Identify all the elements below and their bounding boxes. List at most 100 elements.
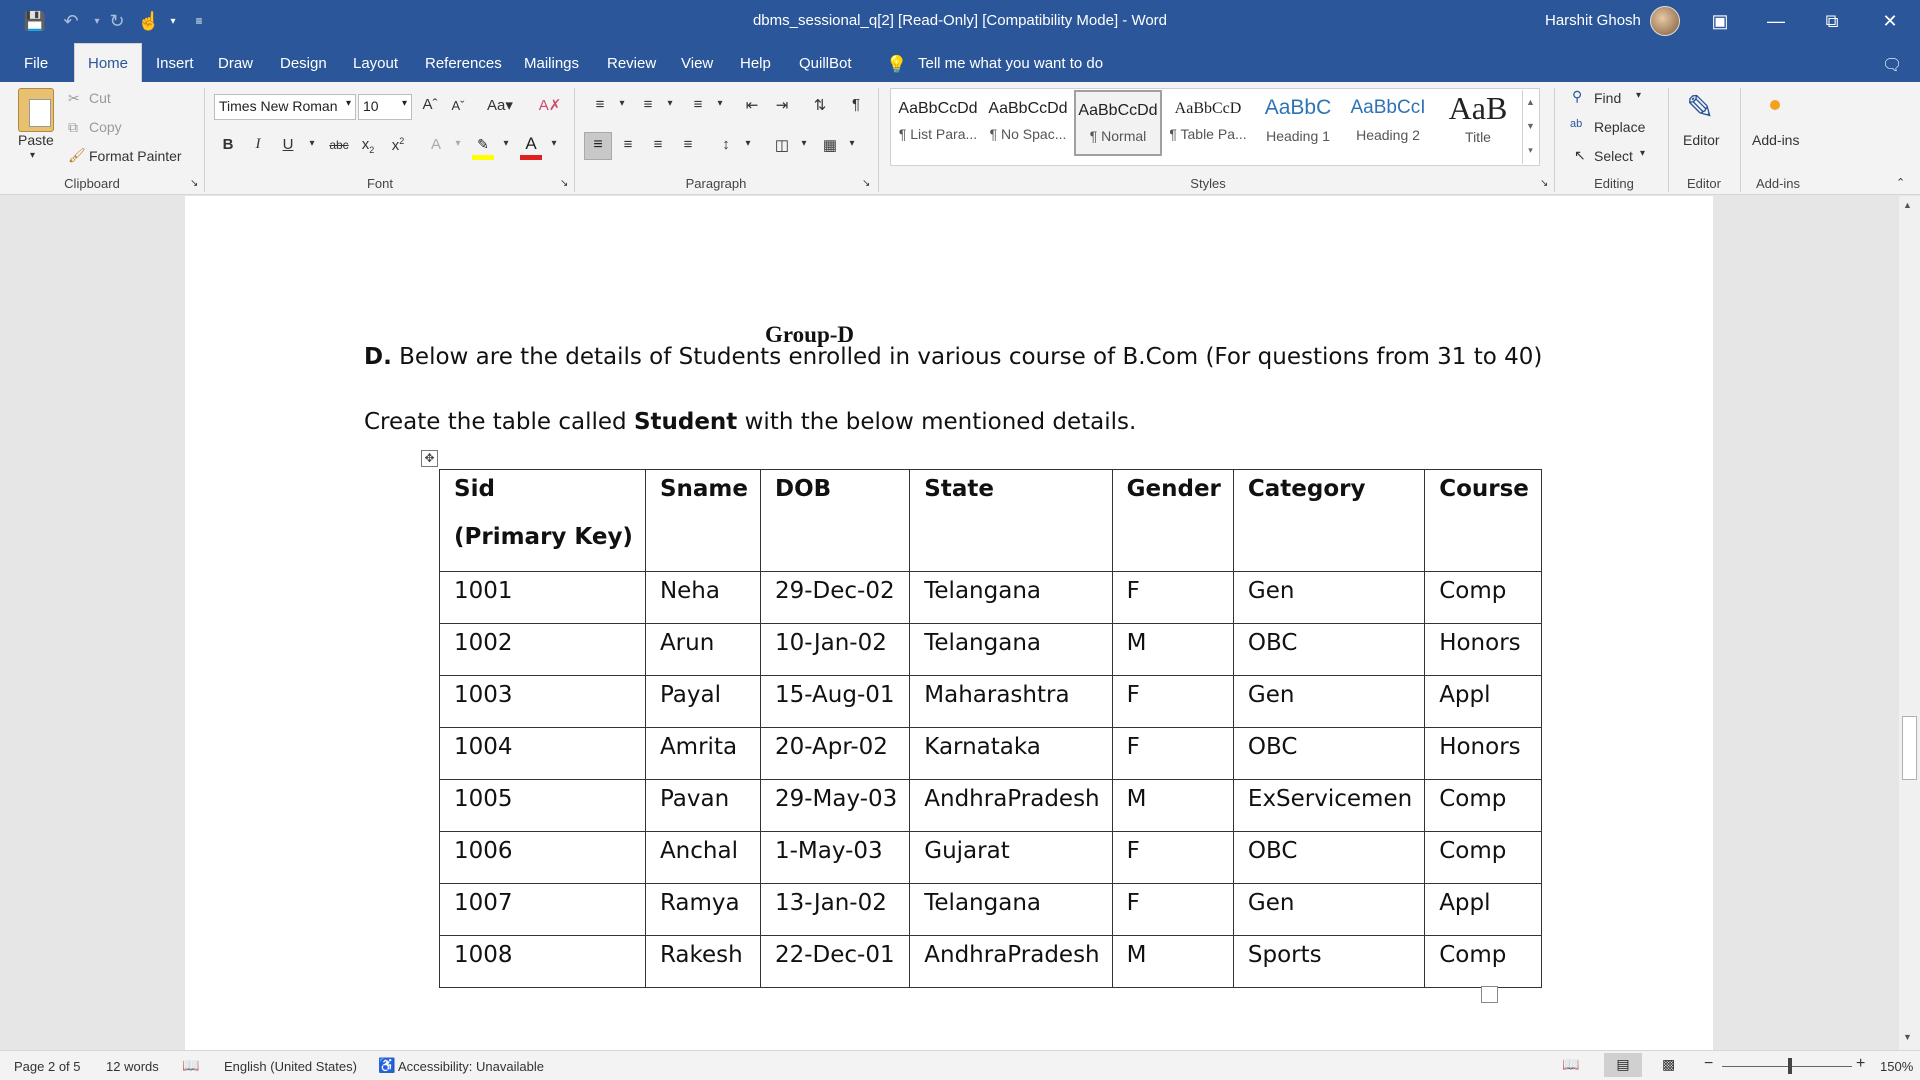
table-cell[interactable]: Appl	[1424, 883, 1542, 936]
tab-review[interactable]: Review	[607, 51, 656, 76]
highlight-dropdown-icon[interactable]: ▾	[494, 138, 518, 149]
table-cell[interactable]: 29-May-03	[759, 779, 911, 832]
tab-home[interactable]: Home	[74, 43, 142, 82]
table-cell[interactable]: AndhraPradesh	[909, 779, 1113, 832]
zoom-level[interactable]: 150%	[1880, 1059, 1913, 1074]
tab-references[interactable]: References	[425, 51, 502, 76]
styles-scroll[interactable]: ▲ ▼ ▾	[1522, 90, 1538, 164]
align-left-icon[interactable]: ≡	[584, 132, 612, 160]
text-effects-dropdown-icon[interactable]: ▾	[446, 138, 470, 149]
font-name-combo[interactable]: Times New Roman ▾	[214, 94, 356, 120]
line-spacing-icon[interactable]: ↕	[714, 136, 738, 153]
web-layout-icon[interactable]: ▩	[1662, 1056, 1675, 1073]
table-cell[interactable]: Sports	[1232, 935, 1426, 988]
strikethrough-icon[interactable]: abc	[324, 138, 354, 152]
paste-dropdown-icon[interactable]: ▾	[30, 150, 35, 161]
table-cell[interactable]: Karnataka	[909, 727, 1113, 780]
style-heading-2[interactable]: AaBbCcI Heading 2	[1344, 90, 1432, 156]
table-cell[interactable]: 1001	[439, 571, 646, 624]
style-heading-1[interactable]: AaBbC Heading 1	[1254, 90, 1342, 156]
editor-button[interactable]: Editor	[1683, 132, 1720, 148]
font-color-dropdown-icon[interactable]: ▾	[542, 138, 566, 149]
italic-icon[interactable]: I	[246, 136, 270, 153]
zoom-slider-thumb[interactable]	[1788, 1058, 1792, 1074]
zoom-out-icon[interactable]: −	[1704, 1055, 1713, 1073]
find-dropdown-icon[interactable]: ▾	[1636, 90, 1641, 101]
table-resize-handle[interactable]	[1481, 986, 1498, 1003]
tab-draw[interactable]: Draw	[218, 51, 253, 76]
word-count[interactable]: 12 words	[106, 1059, 159, 1074]
table-cell[interactable]: Gujarat	[909, 831, 1113, 884]
style-title[interactable]: AaB Title	[1434, 90, 1522, 156]
tab-help[interactable]: Help	[740, 51, 771, 76]
table-cell[interactable]: F	[1111, 675, 1234, 728]
table-cell[interactable]: Amrita	[644, 727, 761, 780]
table-cell[interactable]: Gen	[1232, 883, 1426, 936]
font-size-combo[interactable]: 10 ▾	[358, 94, 412, 120]
justify-icon[interactable]: ≡	[676, 136, 700, 153]
collapse-ribbon-icon[interactable]: ⌃	[1896, 176, 1905, 189]
cut-button[interactable]: Cut	[89, 90, 111, 106]
table-cell[interactable]: Telangana	[909, 883, 1113, 936]
table-cell[interactable]: 1-May-03	[759, 831, 911, 884]
line-spacing-dropdown-icon[interactable]: ▾	[736, 138, 760, 149]
proofing-icon[interactable]: 📖	[182, 1057, 199, 1074]
underline-dropdown-icon[interactable]: ▾	[300, 138, 324, 149]
table-cell[interactable]: Rakesh	[644, 935, 761, 988]
read-mode-icon[interactable]: 📖	[1562, 1056, 1579, 1073]
table-cell[interactable]: F	[1111, 571, 1234, 624]
sort-icon[interactable]: ⇅	[808, 96, 832, 114]
tab-view[interactable]: View	[681, 51, 713, 76]
increase-indent-icon[interactable]: ⇥	[770, 96, 794, 114]
shrink-font-icon[interactable]: Aˇ	[446, 98, 470, 113]
tab-quillbot[interactable]: QuillBot	[799, 51, 852, 76]
accessibility-status[interactable]: Accessibility: Unavailable	[398, 1059, 544, 1074]
font-launcher-icon[interactable]: ↘	[560, 178, 568, 189]
bullets-dropdown-icon[interactable]: ▾	[610, 98, 634, 109]
table-cell[interactable]: Comp	[1424, 831, 1542, 884]
show-formatting-icon[interactable]: ¶	[844, 96, 868, 113]
table-cell[interactable]: Arun	[644, 623, 761, 676]
paste-button[interactable]: Paste	[18, 132, 54, 148]
table-cell[interactable]: F	[1111, 883, 1234, 936]
tell-me-search[interactable]: Tell me what you want to do	[918, 51, 1103, 76]
underline-icon[interactable]: U	[276, 136, 300, 153]
table-cell[interactable]: M	[1111, 779, 1234, 832]
table-cell[interactable]: M	[1111, 623, 1234, 676]
avatar[interactable]	[1650, 6, 1680, 36]
table-cell[interactable]: 1007	[439, 883, 646, 936]
borders-dropdown-icon[interactable]: ▾	[840, 138, 864, 149]
table-cell[interactable]: 1008	[439, 935, 646, 988]
table-cell[interactable]: Gen	[1232, 571, 1426, 624]
table-cell[interactable]: 1002	[439, 623, 646, 676]
table-cell[interactable]: ExServicemen	[1232, 779, 1426, 832]
minimize-icon[interactable]: —	[1748, 0, 1804, 43]
table-cell[interactable]: Gen	[1232, 675, 1426, 728]
table-cell[interactable]: Telangana	[909, 623, 1113, 676]
select-button[interactable]: Select	[1594, 148, 1633, 164]
align-right-icon[interactable]: ≡	[646, 136, 670, 153]
borders-icon[interactable]: ▦	[818, 136, 842, 154]
scroll-thumb[interactable]	[1902, 716, 1917, 780]
restore-icon[interactable]: ⧉	[1804, 0, 1860, 43]
print-layout-icon[interactable]: ▤	[1604, 1053, 1642, 1077]
decrease-indent-icon[interactable]: ⇤	[740, 96, 764, 114]
copy-button[interactable]: Copy	[89, 119, 122, 135]
table-cell[interactable]: 1003	[439, 675, 646, 728]
table-cell[interactable]: 15-Aug-01	[759, 675, 911, 728]
table-cell[interactable]: F	[1111, 727, 1234, 780]
numbering-icon[interactable]: ≡	[636, 96, 660, 113]
table-cell[interactable]: 13-Jan-02	[759, 883, 911, 936]
grow-font-icon[interactable]: Aˆ	[418, 96, 442, 113]
table-cell[interactable]: Payal	[644, 675, 761, 728]
close-icon[interactable]: ✕	[1862, 0, 1918, 43]
bullets-icon[interactable]: ≡	[588, 96, 612, 113]
styles-launcher-icon[interactable]: ↘	[1540, 178, 1548, 189]
table-cell[interactable]: 1005	[439, 779, 646, 832]
table-cell[interactable]: F	[1111, 831, 1234, 884]
font-color-icon[interactable]: A	[520, 134, 542, 160]
comments-icon[interactable]: 🗨	[1882, 51, 1902, 79]
table-cell[interactable]: Appl	[1424, 675, 1542, 728]
zoom-in-icon[interactable]: +	[1856, 1055, 1865, 1073]
table-cell[interactable]: AndhraPradesh	[909, 935, 1113, 988]
